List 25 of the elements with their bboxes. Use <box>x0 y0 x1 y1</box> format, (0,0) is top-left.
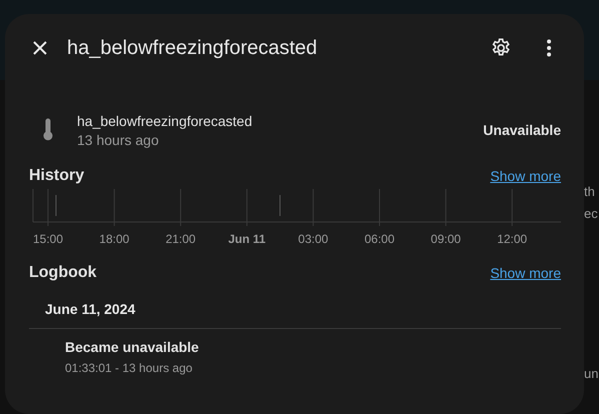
axis-label: 06:00 <box>364 232 395 246</box>
close-icon <box>32 40 48 56</box>
background-text: th <box>584 184 595 199</box>
last-changed: 13 hours ago <box>77 132 160 148</box>
show-more-link[interactable]: Show more <box>490 168 561 184</box>
axis-label: 09:00 <box>430 232 461 246</box>
axis-label: 03:00 <box>298 232 328 246</box>
date-heading: June 11, 2024 <box>45 301 136 317</box>
entity-name: ha_belowfreezingforecasted <box>77 112 252 128</box>
background-text: un <box>584 366 598 381</box>
entity-state: Unavailable <box>483 122 561 138</box>
axis-label: 15:00 <box>32 232 64 246</box>
axis-label: 12:00 <box>497 232 528 246</box>
axis-label: 21:00 <box>166 232 196 246</box>
section-heading: Logbook <box>29 264 97 282</box>
thermometer-icon <box>42 118 54 142</box>
log-message: Became unavailable <box>65 339 200 355</box>
more-icon <box>546 39 552 57</box>
log-time: 01:33:01 - 13 hours ago <box>65 361 194 375</box>
show-more-link[interactable]: Show more <box>490 265 561 281</box>
axis-label: 18:00 <box>99 232 130 246</box>
axis-label: Jun 11 <box>228 232 266 246</box>
section-heading: History <box>29 167 84 185</box>
background-text: ec <box>584 206 598 221</box>
dialog-title: ha_belowfreezingforecasted <box>67 36 318 60</box>
